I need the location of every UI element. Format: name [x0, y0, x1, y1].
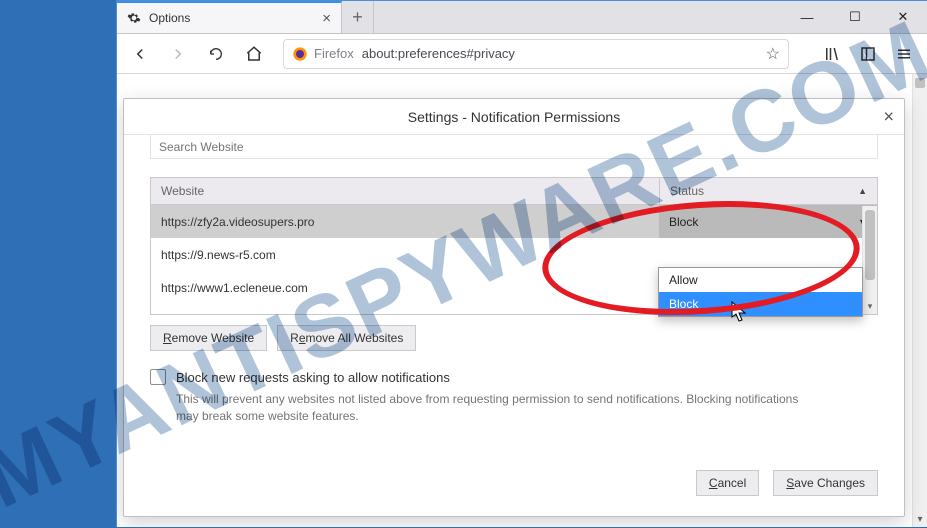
sort-caret-icon: ▲ — [858, 186, 867, 196]
list-header: Website Status ▲ — [151, 178, 877, 205]
back-button[interactable] — [125, 39, 155, 69]
table-row[interactable]: https://zfy2a.videosupers.pro Block ▼ — [151, 205, 877, 238]
page-scrollbar[interactable]: ▾ — [912, 74, 927, 527]
checkbox-description: This will prevent any websites not liste… — [176, 391, 816, 426]
status-value: Block — [669, 215, 698, 229]
forward-button[interactable] — [163, 39, 193, 69]
list-scrollbar[interactable]: ▾ — [862, 206, 877, 314]
window-close-button[interactable]: ✕ — [879, 1, 927, 33]
website-cell: https://zfy2a.videosupers.pro — [151, 205, 659, 238]
column-website[interactable]: Website — [151, 178, 659, 204]
scrollbar-thumb[interactable] — [915, 78, 925, 88]
notification-permissions-dialog: Settings - Notification Permissions × We… — [123, 98, 905, 517]
column-status-label: Status — [670, 184, 704, 198]
address-bar[interactable]: Firefox about:preferences#privacy ☆ — [283, 39, 789, 69]
dialog-footer: Cancel Save Changes — [150, 470, 878, 504]
nav-toolbar: Firefox about:preferences#privacy ☆ — [117, 34, 927, 74]
tab-options[interactable]: Options × — [117, 1, 342, 33]
tab-label: Options — [149, 11, 190, 25]
search-row — [150, 135, 878, 163]
dropdown-option-block[interactable]: Block — [659, 292, 862, 316]
tab-close-icon[interactable]: × — [322, 11, 331, 26]
website-cell: https://www1.ecleneue.com — [151, 271, 659, 304]
remove-button-row: Remove Website Remove All Websites — [150, 325, 878, 351]
tab-bar: Options × + — ☐ ✕ — [117, 1, 927, 34]
search-website-input[interactable] — [150, 135, 878, 159]
minimize-button[interactable]: — — [783, 1, 831, 33]
dialog-close-button[interactable]: × — [883, 106, 894, 127]
firefox-icon — [292, 46, 308, 62]
sidebar-button[interactable] — [853, 39, 883, 69]
reload-button[interactable] — [201, 39, 231, 69]
new-tab-button[interactable]: + — [342, 1, 374, 33]
window-controls: — ☐ ✕ — [783, 1, 927, 33]
dialog-body: Website Status ▲ https://zfy2a.videosupe… — [124, 135, 904, 516]
list-scroll-down-icon[interactable]: ▾ — [863, 301, 877, 312]
list-scroll-thumb[interactable] — [865, 210, 875, 280]
list-rows: https://zfy2a.videosupers.pro Block ▼ ht… — [151, 205, 877, 314]
scroll-down-arrow[interactable]: ▾ — [913, 514, 927, 525]
website-list: Website Status ▲ https://zfy2a.videosupe… — [150, 177, 878, 315]
checkbox-label: Block new requests asking to allow notif… — [176, 370, 450, 385]
dialog-title-bar: Settings - Notification Permissions × — [124, 99, 904, 135]
cancel-button[interactable]: Cancel — [696, 470, 759, 496]
menu-button[interactable] — [889, 39, 919, 69]
gear-icon — [127, 11, 141, 25]
checkbox[interactable] — [150, 369, 166, 385]
website-cell: https://9.news-r5.com — [151, 238, 659, 271]
content-area: ▾ Settings - Notification Permissions × … — [117, 74, 927, 527]
bookmark-star-icon[interactable]: ☆ — [766, 44, 780, 64]
identity-label: Firefox — [314, 46, 354, 61]
browser-window: Options × + — ☐ ✕ Firefox about:preferen… — [116, 0, 927, 527]
dropdown-option-allow[interactable]: Allow — [659, 268, 862, 292]
url-text: about:preferences#privacy — [362, 46, 515, 61]
dialog-title: Settings - Notification Permissions — [408, 109, 620, 125]
save-changes-button[interactable]: Save Changes — [773, 470, 878, 496]
home-button[interactable] — [239, 39, 269, 69]
status-cell[interactable]: Block ▼ — [659, 205, 877, 238]
remove-website-button[interactable]: Remove Website — [150, 325, 267, 351]
right-toolbar — [817, 39, 919, 69]
status-dropdown: Allow Block — [658, 267, 863, 317]
remove-all-websites-button[interactable]: Remove All Websites — [277, 325, 416, 351]
column-status[interactable]: Status ▲ — [659, 178, 877, 204]
block-new-requests-checkbox-row[interactable]: Block new requests asking to allow notif… — [150, 369, 878, 385]
checkbox-block: Block new requests asking to allow notif… — [150, 369, 878, 426]
library-button[interactable] — [817, 39, 847, 69]
maximize-button[interactable]: ☐ — [831, 1, 879, 33]
